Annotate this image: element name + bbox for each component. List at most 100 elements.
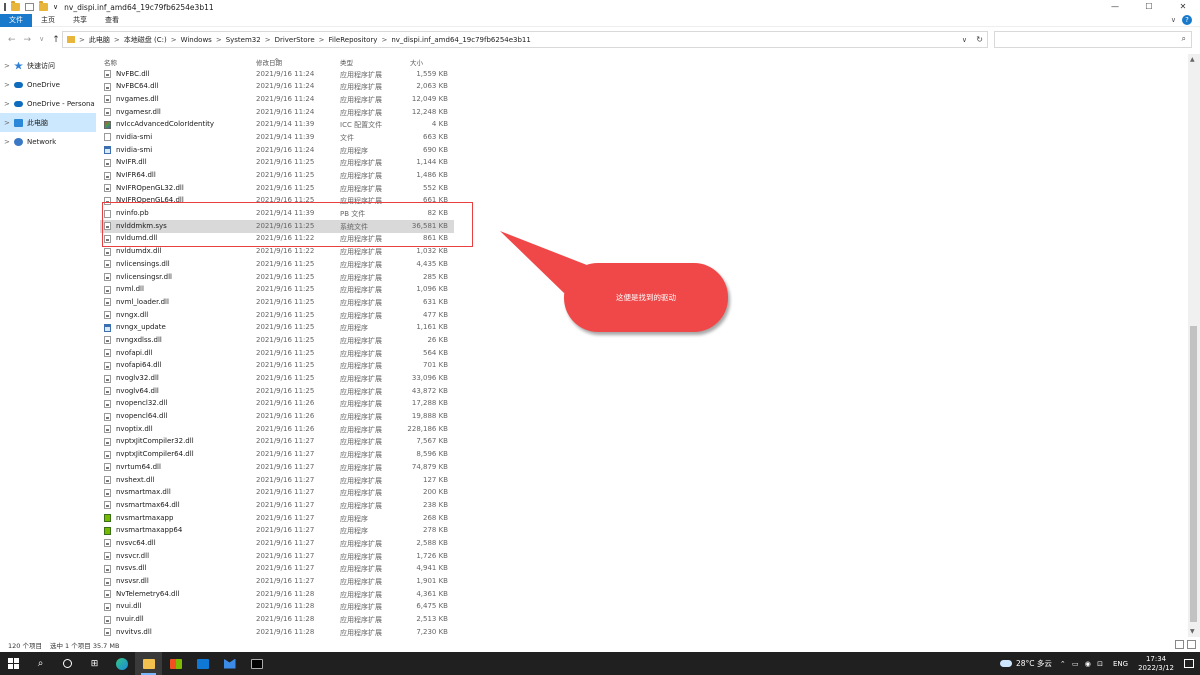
properties-icon[interactable] — [25, 3, 34, 11]
file-row[interactable]: nvngx.dll 2021/9/16 11:25 应用程序扩展 477 KB — [100, 309, 454, 322]
tab-file[interactable]: 文件 — [0, 13, 32, 27]
recent-locations-icon[interactable]: ∨ — [39, 35, 44, 45]
folder-icon[interactable] — [11, 1, 20, 11]
weather-widget[interactable]: 28°C 多云 — [999, 658, 1052, 669]
file-row[interactable]: nvsvs.dll 2021/9/16 11:27 应用程序扩展 4,941 KB — [100, 563, 454, 576]
terminal-icon[interactable] — [243, 652, 270, 675]
store-icon[interactable] — [162, 652, 189, 675]
column-header-type[interactable]: 类型 — [340, 57, 353, 67]
chevron-right-icon[interactable]: > — [4, 119, 12, 127]
file-row[interactable]: nvsvcr.dll 2021/9/16 11:27 应用程序扩展 1,726 KB — [100, 550, 454, 563]
file-row[interactable]: nvlicensingsr.dll 2021/9/16 11:25 应用程序扩展 28… — [100, 271, 454, 284]
file-row[interactable]: nvuir.dll 2021/9/16 11:28 应用程序扩展 2,513 KB — [100, 614, 454, 627]
file-row[interactable]: nvptxJitCompiler32.dll 2021/9/16 11:27 应用程… — [100, 436, 454, 449]
task-view-icon[interactable] — [54, 652, 81, 675]
file-row[interactable]: nvgamesr.dll 2021/9/16 11:24 应用程序扩展 12,248 … — [100, 106, 454, 119]
vertical-scrollbar[interactable]: ▲ ▼ — [1188, 54, 1200, 637]
file-row[interactable]: NvIFR64.dll 2021/9/16 11:25 应用程序扩展 1,486 KB — [100, 170, 454, 183]
file-row[interactable]: NvTelemetry64.dll 2021/9/16 11:28 应用程序扩展 4,… — [100, 588, 454, 601]
breadcrumb-separator[interactable]: > — [381, 36, 387, 44]
breadcrumb-windows[interactable]: Windows — [181, 36, 212, 44]
file-row[interactable]: nvopencl64.dll 2021/9/16 11:26 应用程序扩展 19,88… — [100, 411, 454, 424]
file-row[interactable]: nvIccAdvancedColorIdentity 2021/9/14 11:3… — [100, 119, 454, 132]
column-header-name[interactable]: 名称 — [104, 57, 117, 67]
scroll-down-arrow-icon[interactable]: ▼ — [1190, 628, 1195, 635]
mail-icon[interactable] — [189, 652, 216, 675]
new-folder-icon[interactable] — [39, 1, 48, 11]
file-row[interactable]: nvsmartmaxapp64 2021/9/16 11:27 应用程序 278 KB — [100, 525, 454, 538]
forward-arrow-icon[interactable]: → — [24, 35, 32, 45]
windows-logo-icon[interactable] — [0, 652, 27, 675]
file-row[interactable]: nvsmartmax64.dll 2021/9/16 11:27 应用程序扩展 238… — [100, 499, 454, 512]
file-row[interactable]: nvml.dll 2021/9/16 11:25 应用程序扩展 1,096 KB — [100, 284, 454, 297]
file-row[interactable]: nvofapi.dll 2021/9/16 11:25 应用程序扩展 564 KB — [100, 347, 454, 360]
file-row[interactable]: nvui.dll 2021/9/16 11:28 应用程序扩展 6,475 KB — [100, 601, 454, 614]
breadcrumb-separator[interactable]: > — [171, 36, 177, 44]
breadcrumb-separator[interactable]: > — [265, 36, 271, 44]
file-row[interactable]: NvFBC.dll 2021/9/16 11:24 应用程序扩展 1,559 KB — [100, 68, 454, 81]
breadcrumb-filerepository[interactable]: FileRepository — [329, 36, 378, 44]
file-row[interactable]: NvIFR.dll 2021/9/16 11:25 应用程序扩展 1,144 KB — [100, 157, 454, 170]
file-row[interactable]: nvngxdlss.dll 2021/9/16 11:25 应用程序扩展 26 KB — [100, 334, 454, 347]
scrollbar-thumb[interactable] — [1190, 326, 1197, 622]
file-row[interactable]: nvsvc64.dll 2021/9/16 11:27 应用程序扩展 2,588 KB — [100, 537, 454, 550]
file-explorer-icon[interactable] — [135, 652, 162, 675]
breadcrumb-separator[interactable]: > — [319, 36, 325, 44]
edge-icon[interactable] — [108, 652, 135, 675]
breadcrumb-current-folder[interactable]: nv_dispi.inf_amd64_19c79fb6254e3b11 — [391, 36, 531, 44]
file-row[interactable]: nvsmartmaxapp 2021/9/16 11:27 应用程序 268 KB — [100, 512, 454, 525]
file-row[interactable]: nvlicensings.dll 2021/9/16 11:25 应用程序扩展 4,4… — [100, 258, 454, 271]
help-icon[interactable]: ? — [1182, 15, 1192, 25]
chevron-right-icon[interactable]: > — [4, 138, 12, 146]
input-method-indicator[interactable]: ENG — [1113, 660, 1128, 668]
scroll-up-arrow-icon[interactable]: ▲ — [1190, 56, 1195, 63]
file-row[interactable]: nvoptix.dll 2021/9/16 11:26 应用程序扩展 228,186 … — [100, 423, 454, 436]
file-row[interactable]: NvFBC64.dll 2021/9/16 11:24 应用程序扩展 2,063 KB — [100, 81, 454, 94]
file-row[interactable]: nvngx_update 2021/9/16 11:25 应用程序 1,161 KB — [100, 322, 454, 335]
file-row[interactable]: nvgames.dll 2021/9/16 11:24 应用程序扩展 12,049 K… — [100, 93, 454, 106]
close-button[interactable]: ✕ — [1166, 0, 1200, 14]
file-row[interactable]: nvoglv64.dll 2021/9/16 11:25 应用程序扩展 43,872 … — [100, 385, 454, 398]
file-row[interactable]: nvldumdx.dll 2021/9/16 11:22 应用程序扩展 1,032 K… — [100, 246, 454, 259]
app-icon[interactable] — [216, 652, 243, 675]
sidebar-item-onedrive-personal[interactable]: > OneDrive - Persona — [0, 94, 96, 113]
details-view-icon[interactable] — [1175, 640, 1184, 649]
chevron-right-icon[interactable]: > — [4, 81, 12, 89]
address-dropdown-icon[interactable]: ∨ — [962, 36, 967, 44]
widgets-icon[interactable]: ⊞ — [81, 652, 108, 675]
file-row[interactable]: nvsvsr.dll 2021/9/16 11:27 应用程序扩展 1,901 KB — [100, 576, 454, 589]
file-row[interactable]: nvidia-smi 2021/9/14 11:39 文件 663 KB — [100, 131, 454, 144]
ribbon-expand-icon[interactable]: ∨ — [1171, 16, 1176, 24]
file-row[interactable]: NvIFROpenGL32.dll 2021/9/16 11:25 应用程序扩展 55… — [100, 182, 454, 195]
chevron-right-icon[interactable]: > — [4, 62, 12, 70]
quick-access-dropdown[interactable]: ∨ — [53, 3, 58, 11]
file-row[interactable]: nvptxJitCompiler64.dll 2021/9/16 11:27 应用程… — [100, 449, 454, 462]
maximize-button[interactable]: ☐ — [1132, 0, 1166, 14]
back-arrow-icon[interactable]: ← — [8, 35, 16, 45]
sidebar-item-this-pc[interactable]: > 此电脑 — [0, 113, 96, 132]
address-bar[interactable]: > 此电脑 > 本地磁盘 (C:) > Windows > System32 >… — [62, 31, 988, 48]
file-row[interactable]: nvml_loader.dll 2021/9/16 11:25 应用程序扩展 631 … — [100, 296, 454, 309]
sidebar-item-network[interactable]: > Network — [0, 132, 96, 151]
tab-view[interactable]: 查看 — [96, 14, 128, 27]
breadcrumb-this-pc[interactable]: 此电脑 — [89, 35, 110, 45]
file-row[interactable]: nvofapi64.dll 2021/9/16 11:25 应用程序扩展 701 KB — [100, 360, 454, 373]
file-row[interactable]: nvrtum64.dll 2021/9/16 11:27 应用程序扩展 74,879 … — [100, 461, 454, 474]
up-arrow-icon[interactable]: ↑ — [52, 35, 60, 45]
sidebar-item-onedrive[interactable]: > OneDrive — [0, 75, 96, 94]
column-header-date[interactable]: 修改日期 — [256, 57, 282, 67]
chevron-right-icon[interactable]: > — [4, 100, 12, 108]
tab-home[interactable]: 主页 — [32, 14, 64, 27]
search-icon[interactable]: ⌕ — [27, 652, 54, 675]
refresh-icon[interactable]: ↻ — [976, 35, 983, 44]
file-row[interactable]: nvoglv32.dll 2021/9/16 11:25 应用程序扩展 33,096 … — [100, 373, 454, 386]
breadcrumb-driverstore[interactable]: DriverStore — [275, 36, 315, 44]
breadcrumb-separator[interactable]: > — [114, 36, 120, 44]
search-input[interactable]: ⌕ — [994, 31, 1192, 48]
search-icon[interactable]: ⌕ — [1182, 34, 1186, 44]
breadcrumb-separator[interactable]: > — [216, 36, 222, 44]
tab-share[interactable]: 共享 — [64, 14, 96, 27]
large-icons-view-icon[interactable] — [1187, 640, 1196, 649]
tray-icons[interactable]: ⌃ ▭ ◉ ⊡ — [1060, 660, 1105, 668]
file-row[interactable]: nvsmartmax.dll 2021/9/16 11:27 应用程序扩展 200 K… — [100, 487, 454, 500]
